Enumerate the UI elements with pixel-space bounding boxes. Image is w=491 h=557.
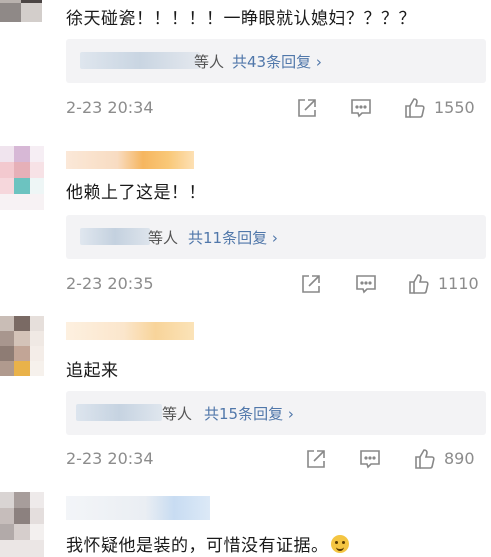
like-count: 1110 — [438, 274, 479, 293]
avatar[interactable] — [0, 492, 44, 557]
comment-text: 徐天碰瓷！！！！！一睁眼就认媳妇？？？？ — [66, 9, 416, 29]
comment-meta: 2-23 20:35 1110 — [66, 272, 481, 296]
blurred-username[interactable] — [66, 151, 194, 169]
timestamp: 2-23 20:35 — [66, 274, 154, 293]
view-replies-link[interactable]: 共15条回复 › — [204, 403, 294, 424]
comment-icon[interactable] — [354, 272, 378, 296]
comment-icon[interactable] — [349, 96, 373, 120]
comment-text: 我怀疑他是装的，可惜没有证据。 — [66, 531, 349, 556]
comment-text-content: 我怀疑他是装的，可惜没有证据。 — [66, 536, 329, 556]
reply-summary[interactable]: 等人 共15条回复 › — [66, 391, 486, 435]
timestamp: 2-23 20:34 — [66, 98, 154, 117]
thumbs-up-icon[interactable] — [403, 96, 427, 120]
comment-text: 追起来 — [66, 361, 119, 381]
like-count: 1550 — [434, 98, 475, 117]
like-count: 890 — [444, 449, 475, 468]
share-icon[interactable] — [304, 447, 328, 471]
reply-users-suffix: 等人 — [162, 405, 193, 423]
thumbs-up-icon[interactable] — [407, 272, 431, 296]
share-icon[interactable] — [295, 96, 319, 120]
timestamp: 2-23 20:34 — [66, 449, 154, 468]
view-replies-link[interactable]: 共11条回复 › — [188, 227, 278, 248]
avatar[interactable] — [0, 316, 44, 376]
blurred-usernames — [80, 52, 200, 69]
blurred-usernames — [76, 404, 162, 421]
comment-icon[interactable] — [358, 447, 382, 471]
blurred-username[interactable] — [66, 322, 194, 340]
share-icon[interactable] — [299, 272, 323, 296]
comment-meta: 2-23 20:34 1550 — [66, 96, 481, 120]
blurred-usernames — [80, 228, 150, 245]
reply-users-suffix: 等人 — [194, 53, 225, 71]
comment-meta: 2-23 20:34 890 — [66, 447, 481, 471]
smiling-emoji-icon — [330, 535, 349, 553]
thumbs-up-icon[interactable] — [413, 447, 437, 471]
blurred-username[interactable] — [66, 496, 210, 520]
reply-summary[interactable]: 等人 共11条回复 › — [66, 215, 486, 259]
reply-users-suffix: 等人 — [148, 229, 179, 247]
view-replies-link[interactable]: 共43条回复 › — [232, 51, 322, 72]
avatar[interactable] — [0, 146, 44, 210]
avatar[interactable] — [0, 0, 42, 22]
reply-summary[interactable]: 等人 共43条回复 › — [66, 39, 486, 83]
comment-text: 他赖上了这是！！ — [66, 183, 206, 203]
